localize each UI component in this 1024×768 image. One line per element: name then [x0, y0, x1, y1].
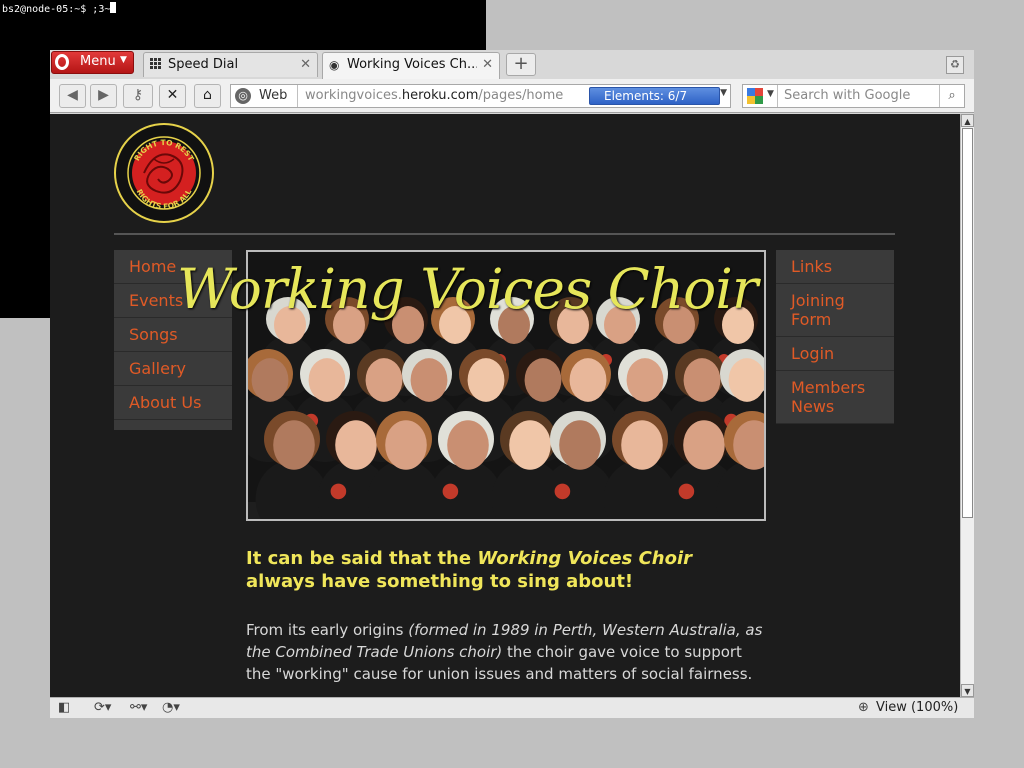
search-divider [777, 85, 778, 107]
choir-shirt-logo [330, 483, 347, 500]
choir-shirt-logo [442, 483, 459, 500]
turbo-icon[interactable]: ◔▾ [162, 700, 180, 715]
choir-member-face [559, 420, 601, 470]
choir-member-face [335, 420, 377, 470]
scrollbar-thumb[interactable] [962, 128, 973, 518]
navigation-toolbar: ◀ ▶ ⚷ ✕ ⌂ ◎ Web workingvoices.heroku.com… [50, 79, 974, 113]
nav-link-songs[interactable]: Songs [114, 318, 232, 352]
nav-link-about-us[interactable]: About Us [114, 386, 232, 420]
speed-dial-grid-icon [150, 58, 161, 72]
page-loading-icon: ◉ [329, 58, 340, 72]
choir-member-face [447, 420, 489, 470]
scroll-down-icon[interactable]: ▼ [961, 684, 974, 697]
trash-can-icon[interactable]: ♻ [946, 56, 964, 74]
home-icon: ⌂ [203, 87, 212, 103]
nav-link-login[interactable]: Login [776, 337, 894, 371]
url-text[interactable]: workingvoices.heroku.com/pages/home [305, 88, 563, 103]
header-divider [114, 233, 895, 235]
choir-logo: RIGHT TO REST RIGHTS FOR ALL [114, 123, 214, 223]
tab-label: Working Voices Ch... [347, 57, 477, 72]
opera-logo-icon [55, 54, 69, 70]
search-icon[interactable]: ⌕ [939, 85, 964, 107]
choir-member-face [365, 358, 403, 402]
search-input[interactable]: Search with Google [784, 88, 910, 103]
nav-link-members-news[interactable]: Members News [776, 371, 894, 424]
zoom-icon[interactable]: ⊕ [858, 700, 869, 715]
stop-icon: ✕ [166, 87, 179, 103]
address-divider [297, 85, 298, 107]
nav-link-gallery[interactable]: Gallery [114, 352, 232, 386]
search-box[interactable]: ▼ Search with Google ⌕ [742, 84, 965, 108]
plus-icon: + [513, 53, 529, 74]
elements-badge[interactable]: Elements: 6/7 [589, 87, 720, 105]
right-navigation: Links Joining Form Login Members News [776, 250, 894, 424]
google-icon[interactable] [747, 88, 763, 104]
choir-member-face [410, 358, 448, 402]
menu-label: Menu [80, 54, 116, 69]
choir-shirt-logo [554, 483, 571, 500]
hero-title: Working Voices Choir [177, 257, 758, 321]
browser-window: Menu ▼ Speed Dial ✕ ◉ Working Voices Ch.… [50, 50, 974, 718]
choir-member-face [273, 420, 315, 470]
choir-member-face [385, 420, 427, 470]
close-tab-icon[interactable]: ✕ [482, 57, 493, 72]
vertical-scrollbar[interactable]: ▲ ▼ [960, 114, 974, 697]
choir-member-face [467, 358, 505, 402]
tab-working-voices[interactable]: ◉ Working Voices Ch... ✕ [322, 52, 500, 79]
nav-link-links[interactable]: Links [776, 250, 894, 284]
stop-button[interactable]: ✕ [159, 84, 186, 108]
choir-member-face [308, 358, 346, 402]
close-tab-icon[interactable]: ✕ [300, 57, 311, 72]
tab-label: Speed Dial [168, 57, 239, 72]
terminal-cursor [110, 2, 117, 13]
back-arrow-icon: ◀ [67, 87, 78, 103]
choir-member-face [728, 358, 764, 402]
chevron-down-icon: ▼ [120, 55, 127, 65]
forward-button[interactable]: ▶ [90, 84, 117, 108]
lead-text: It can be said that the Working Voices C… [246, 548, 693, 592]
wand-button[interactable]: ⚷ [123, 84, 153, 108]
choir-member-face [683, 358, 721, 402]
choir-shirt-logo [678, 483, 695, 500]
sync-icon[interactable]: ⟳▾ [94, 700, 111, 715]
choir-member-face [569, 358, 607, 402]
choir-member-face [626, 358, 664, 402]
page-viewport: RIGHT TO REST RIGHTS FOR ALL Home Events… [50, 114, 960, 697]
back-button[interactable]: ◀ [59, 84, 86, 108]
chevron-down-icon[interactable]: ▼ [720, 88, 727, 98]
choir-member-face [251, 358, 289, 402]
tab-speed-dial[interactable]: Speed Dial ✕ [143, 52, 318, 77]
choir-member-face [524, 358, 562, 402]
address-bar[interactable]: ◎ Web workingvoices.heroku.com/pages/hom… [230, 84, 731, 108]
choir-member-face [621, 420, 663, 470]
scroll-up-icon[interactable]: ▲ [961, 114, 974, 127]
status-bar: ◧ ⟳▾ ⚯▾ ◔▾ ⊕ View (100%) [50, 697, 974, 718]
choir-member-face [683, 420, 725, 470]
chevron-down-icon[interactable]: ▼ [767, 89, 774, 99]
choir-member-face [509, 420, 551, 470]
panel-toggle-icon[interactable]: ◧ [58, 700, 70, 715]
home-button[interactable]: ⌂ [194, 84, 221, 108]
globe-icon: ◎ [235, 88, 251, 104]
terminal-prompt: bs2@node-05:~$ ;3~ [2, 2, 117, 16]
key-icon: ⚷ [132, 87, 144, 103]
tab-bar: Menu ▼ Speed Dial ✕ ◉ Working Voices Ch.… [50, 50, 974, 79]
intro-paragraph: From its early origins (formed in 1989 i… [246, 621, 763, 683]
forward-arrow-icon: ▶ [98, 87, 109, 103]
new-tab-button[interactable]: + [506, 53, 536, 76]
share-icon[interactable]: ⚯▾ [130, 700, 147, 715]
zoom-level-label[interactable]: View (100%) [876, 700, 958, 715]
nav-link-joining-form[interactable]: Joining Form [776, 284, 894, 337]
opera-menu-button[interactable]: Menu ▼ [51, 51, 134, 74]
site-info-label[interactable]: Web [259, 88, 287, 103]
